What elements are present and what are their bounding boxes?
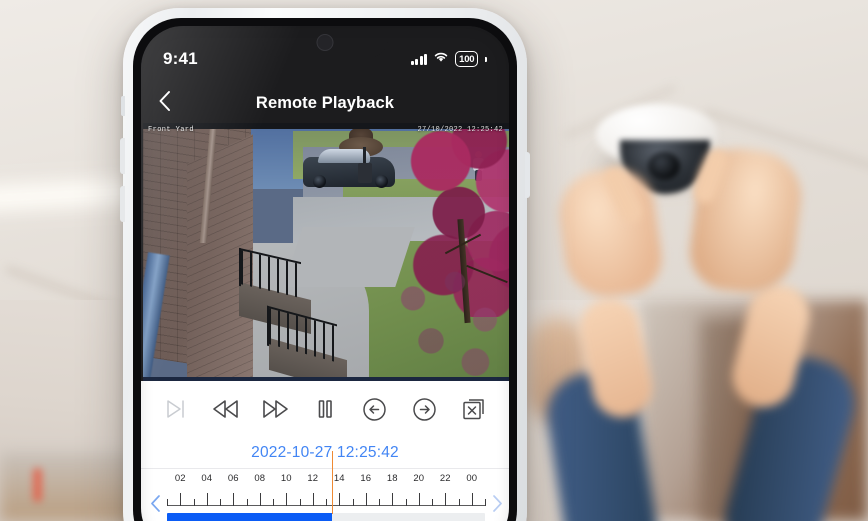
timeline-hour-label: 06: [227, 473, 239, 484]
car-wheel: [313, 175, 326, 188]
close-windows-icon: [461, 397, 487, 422]
step-forward-button[interactable]: [407, 392, 441, 426]
timeline-hour-label: 00: [466, 473, 478, 484]
page-title: Remote Playback: [255, 94, 395, 112]
wifi-icon: [433, 50, 449, 68]
timeline-tick-major: [365, 493, 367, 506]
timeline-tick-minor: [167, 499, 168, 506]
close-all-button[interactable]: [457, 392, 491, 426]
current-timestamp-row: 2022-10-27 12:25:42: [141, 437, 509, 468]
timeline-tick-major: [180, 493, 182, 506]
camera-name-overlay: Front Yard: [148, 126, 195, 134]
step-back-button[interactable]: [358, 392, 392, 426]
floor-marker: [33, 468, 42, 502]
arrow-left-circle-icon: [362, 397, 387, 422]
video-feed[interactable]: Front Yard 27/10/2022 12:25:42: [143, 123, 509, 381]
fast-forward-icon: [260, 398, 290, 420]
arrow-right-circle-icon: [412, 397, 437, 422]
timeline-tick-minor: [273, 499, 274, 506]
chevron-right-icon: [492, 494, 503, 518]
timeline-tick-major: [418, 493, 420, 506]
dome-camera-lens: [648, 152, 680, 180]
notch: [262, 26, 388, 58]
timeline-playhead[interactable]: [331, 451, 334, 514]
battery-level: 100: [459, 53, 475, 65]
pause-button[interactable]: [308, 392, 342, 426]
timeline-tick-major: [206, 493, 208, 506]
timeline-tick-minor: [352, 499, 354, 506]
timeline-hour-label: 22: [439, 473, 451, 484]
timeline-progress-fill: [167, 513, 332, 521]
timeline-hour-label: 20: [413, 473, 425, 484]
timeline-tick-major: [471, 493, 473, 506]
status-bar-indicators: 100: [410, 42, 487, 68]
fallen-petals: [389, 263, 509, 381]
phone-screen: 9:41 100 Remote Playback Front Yard 27/1…: [141, 26, 509, 521]
timeline-tick-minor: [379, 499, 380, 506]
timeline[interactable]: 020406081012141618202200 SunMonTueWedThu…: [141, 451, 509, 521]
power-button[interactable]: [525, 152, 530, 198]
pause-icon: [315, 398, 335, 420]
timeline-tick-major: [259, 493, 261, 506]
timeline-tick-minor: [246, 499, 248, 506]
fast-forward-button[interactable]: [258, 392, 292, 426]
timeline-tick-major: [312, 493, 314, 506]
rewind-icon: [211, 398, 241, 420]
timeline-tick-major: [339, 493, 341, 506]
screenshot-stage: 9:41 100 Remote Playback Front Yard 27/1…: [0, 0, 868, 521]
timeline-tick-major: [233, 493, 235, 506]
timeline-tick-minor: [485, 499, 486, 506]
rewind-button[interactable]: [209, 392, 243, 426]
timeline-next-button[interactable]: [489, 493, 505, 519]
back-button[interactable]: [141, 84, 187, 123]
timeline-tick-minor: [432, 499, 433, 506]
timeline-hour-label: 14: [333, 473, 345, 484]
timeline-tick-major: [445, 493, 447, 506]
battery-tip: [485, 56, 487, 62]
timeline-body[interactable]: 02 04 06 08 10 12 14 16 18 20 22 00: [167, 451, 486, 521]
timeline-hour-label: 10: [280, 473, 292, 484]
silent-switch[interactable]: [121, 96, 125, 116]
timeline-hour-label: 04: [201, 473, 213, 484]
mailbox: [358, 163, 372, 183]
timeline-tick-major: [392, 493, 394, 506]
timeline-ticks: [167, 490, 486, 506]
current-timestamp: 2022-10-27 12:25:42: [251, 443, 399, 461]
play-next-frame-button[interactable]: [159, 392, 193, 426]
timeline-progress-track[interactable]: [167, 513, 485, 521]
timeline-tick-major: [286, 493, 288, 506]
status-bar: 9:41 100: [141, 26, 509, 84]
timeline-hour-label: 18: [386, 473, 398, 484]
timeline-tick-minor: [220, 499, 221, 506]
volume-down-button[interactable]: [120, 186, 125, 222]
video-timestamp-overlay: 27/10/2022 12:25:42: [417, 126, 503, 134]
status-bar-time: 9:41: [163, 49, 198, 68]
timeline-hour-label: 08: [254, 473, 266, 484]
timeline-tick-minor: [299, 499, 301, 506]
timeline-prev-button[interactable]: [147, 493, 163, 519]
chevron-left-icon: [158, 90, 171, 117]
signal-bars-icon: [410, 53, 428, 65]
timeline-hour-label: 02: [174, 473, 186, 484]
playback-controls: [141, 381, 509, 437]
timeline-tick-minor: [193, 499, 195, 506]
battery-icon: 100: [455, 51, 479, 67]
timeline-tick-minor: [326, 499, 327, 506]
play-to-end-icon: [163, 398, 189, 420]
timeline-tick-minor: [405, 499, 407, 506]
timeline-tick-minor: [458, 499, 460, 506]
timeline-hour-label: 16: [360, 473, 372, 484]
front-camera-icon: [316, 34, 334, 51]
timeline-hour-labels: 02 04 06 08 10 12 14 16 18 20 22 00: [167, 473, 485, 488]
timeline-hour-label: 12: [307, 473, 319, 484]
chevron-left-icon: [150, 494, 161, 518]
volume-up-button[interactable]: [120, 138, 125, 174]
nav-bar: Remote Playback: [141, 84, 509, 123]
car-wheel: [375, 175, 388, 188]
